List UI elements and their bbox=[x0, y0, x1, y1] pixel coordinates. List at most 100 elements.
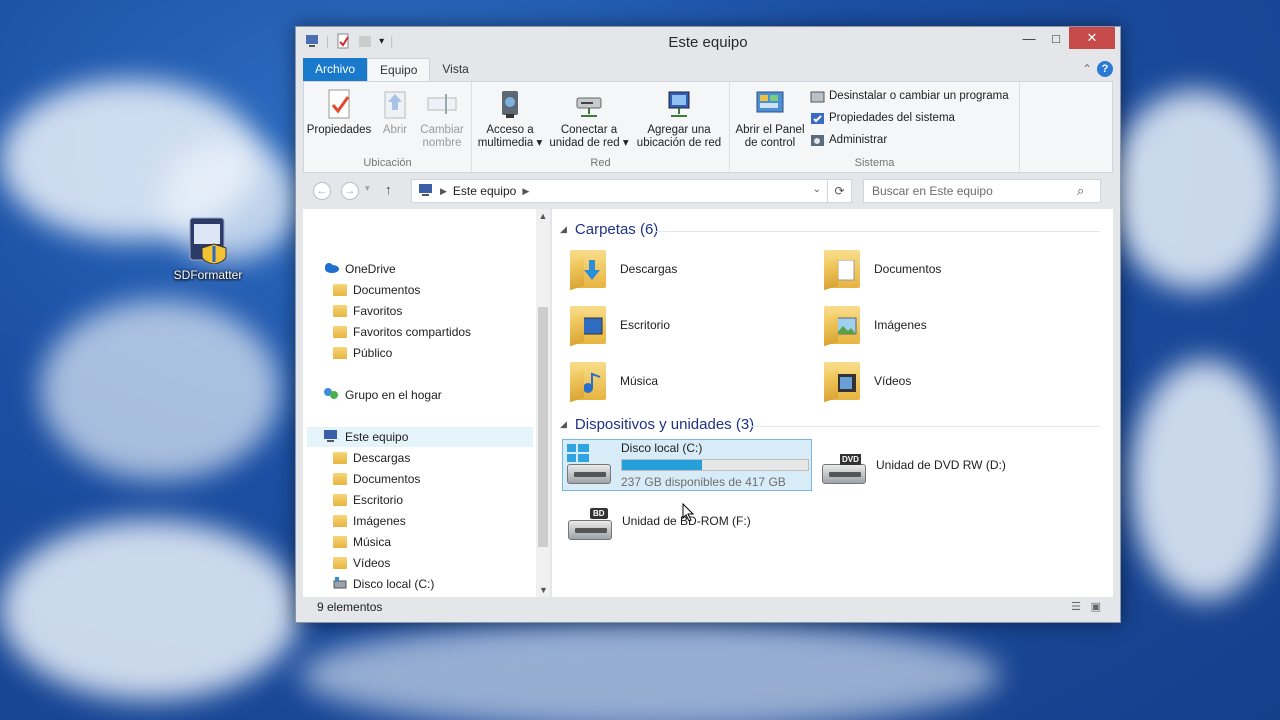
folder-musica[interactable]: Música bbox=[566, 353, 658, 409]
documents-folder-icon bbox=[820, 246, 866, 292]
maximize-button[interactable]: □ bbox=[1039, 27, 1073, 49]
item-count: 9 elementos bbox=[317, 600, 383, 614]
devices-group-header[interactable]: ◢ Dispositivos y unidades (3) bbox=[560, 416, 754, 433]
nav-item[interactable]: Escritorio bbox=[333, 490, 403, 510]
address-bar[interactable]: ▶ Este equipo ▶ ⌄ bbox=[411, 179, 828, 203]
drive-c-usage-bar bbox=[621, 459, 809, 471]
status-bar: 9 elementos ☰ ▣ bbox=[303, 597, 1113, 617]
chevron-down-icon[interactable]: ⌄ bbox=[813, 184, 821, 195]
group-red: Acceso a multimedia ▾ Conectar a unidad … bbox=[472, 82, 730, 172]
folder-icon bbox=[333, 515, 347, 527]
folder-imagenes[interactable]: Imágenes bbox=[820, 297, 927, 353]
music-folder-icon bbox=[566, 358, 612, 404]
address-row: ← → ▾ ↑ ▶ Este equipo ▶ ⌄ ⟳ Buscar en Es… bbox=[303, 179, 1113, 203]
drive-icon bbox=[333, 576, 347, 592]
chevron-right-icon: ▶ bbox=[522, 185, 530, 196]
pictures-folder-icon bbox=[820, 302, 866, 348]
group-sistema: Abrir el Panel de control Desinstalar o … bbox=[730, 82, 1020, 172]
tab-equipo[interactable]: Equipo bbox=[367, 58, 431, 82]
folder-escritorio[interactable]: Escritorio bbox=[566, 297, 670, 353]
folder-icon bbox=[333, 284, 347, 296]
tab-archivo[interactable]: Archivo bbox=[303, 58, 368, 81]
navigation-pane: OneDrive Documentos Favoritos Favoritos … bbox=[303, 209, 550, 597]
cambiar-nombre-button[interactable]: Cambiar nombre bbox=[416, 88, 468, 150]
nav-item[interactable]: Imágenes bbox=[333, 511, 406, 531]
uninstall-icon bbox=[810, 89, 825, 104]
nav-scrollbar[interactable]: ▲ ▼ bbox=[536, 209, 550, 597]
abrir-button[interactable]: Abrir bbox=[378, 88, 412, 137]
nav-item[interactable]: Disco local (C:) bbox=[333, 574, 434, 594]
nav-item[interactable]: Favoritos compartidos bbox=[333, 322, 471, 342]
collapse-ribbon-icon[interactable]: ⌃ bbox=[1077, 58, 1097, 81]
sdformatter-desktop-icon[interactable]: SDFormatter bbox=[172, 216, 244, 282]
manage-icon bbox=[810, 133, 825, 148]
nav-item[interactable]: Descargas bbox=[333, 448, 410, 468]
panel-control-button[interactable]: Abrir el Panel de control bbox=[734, 88, 806, 150]
conectar-unidad-red-button[interactable]: Conectar a unidad de red ▾ bbox=[548, 88, 630, 150]
folder-videos[interactable]: Vídeos bbox=[820, 353, 911, 409]
search-icon[interactable]: ⌕ bbox=[1077, 183, 1084, 199]
search-input[interactable]: Buscar en Este equipo bbox=[863, 179, 1101, 203]
nav-item[interactable]: Vídeos bbox=[333, 553, 390, 573]
folder-descargas[interactable]: Descargas bbox=[566, 241, 677, 297]
drive-c[interactable]: Disco local (C:) 237 GB disponibles de 4… bbox=[562, 439, 812, 491]
system-properties-icon bbox=[810, 111, 825, 126]
desktop-folder-icon bbox=[566, 302, 612, 348]
properties-icon bbox=[323, 88, 355, 120]
close-button[interactable]: ✕ bbox=[1069, 27, 1115, 49]
windows-drive-icon bbox=[565, 442, 613, 488]
nav-este-equipo[interactable]: Este equipo bbox=[307, 427, 533, 447]
folder-icon bbox=[333, 536, 347, 548]
recent-locations-icon[interactable]: ▾ bbox=[365, 183, 370, 194]
mouse-cursor-icon bbox=[682, 502, 695, 522]
nav-item[interactable]: Documentos bbox=[333, 280, 420, 300]
drive-dvd[interactable]: DVD Unidad de DVD RW (D:) bbox=[820, 437, 1006, 493]
up-button[interactable]: ↑ bbox=[385, 182, 392, 197]
sdformatter-label: SDFormatter bbox=[173, 268, 243, 282]
group-ubicacion: Propiedades Abrir Cambiar nombre Ubicaci… bbox=[304, 82, 472, 172]
network-drive-icon bbox=[573, 88, 605, 120]
propiedades-button[interactable]: Propiedades bbox=[306, 88, 372, 137]
sdformatter-icon bbox=[184, 216, 232, 265]
refresh-button[interactable]: ⟳ bbox=[828, 179, 852, 203]
tab-vista[interactable]: Vista bbox=[430, 58, 480, 81]
administrar-button[interactable]: Administrar bbox=[810, 131, 887, 149]
scroll-thumb[interactable] bbox=[538, 307, 548, 547]
media-icon bbox=[494, 88, 526, 120]
scroll-down-icon[interactable]: ▼ bbox=[539, 585, 548, 595]
collapse-icon: ◢ bbox=[560, 419, 567, 429]
nav-item[interactable]: Música bbox=[333, 532, 391, 552]
desinstalar-programa-button[interactable]: Desinstalar o cambiar un programa bbox=[810, 87, 1009, 105]
nav-onedrive[interactable]: OneDrive bbox=[323, 259, 396, 279]
back-button[interactable]: ← bbox=[313, 182, 331, 200]
nav-item[interactable]: Documentos bbox=[333, 469, 420, 489]
explorer-window: | ▾ | Este equipo — □ ✕ Archivo Equipo V… bbox=[295, 26, 1121, 623]
window-title: Este equipo bbox=[668, 34, 748, 51]
propiedades-sistema-button[interactable]: Propiedades del sistema bbox=[810, 109, 955, 127]
address-path: Este equipo bbox=[452, 184, 517, 198]
agregar-ubicacion-red-button[interactable]: Agregar una ubicación de red bbox=[634, 88, 724, 150]
folders-group-header[interactable]: ◢ Carpetas (6) bbox=[560, 221, 658, 238]
scroll-up-icon[interactable]: ▲ bbox=[536, 211, 550, 221]
large-icons-view-icon[interactable]: ▣ bbox=[1091, 600, 1101, 613]
ribbon: Propiedades Abrir Cambiar nombre Ubicaci… bbox=[303, 81, 1113, 173]
folder-documentos[interactable]: Documentos bbox=[820, 241, 941, 297]
acceso-multimedia-button[interactable]: Acceso a multimedia ▾ bbox=[476, 88, 544, 150]
computer-icon bbox=[418, 183, 434, 200]
open-icon bbox=[379, 88, 411, 120]
drive-bd[interactable]: BD Unidad de BD-ROM (F:) bbox=[566, 493, 751, 549]
drive-c-free: 237 GB disponibles de 417 GB bbox=[621, 475, 786, 489]
forward-button[interactable]: → bbox=[341, 182, 359, 200]
nav-homegroup[interactable]: Grupo en el hogar bbox=[323, 385, 442, 405]
group-label: Ubicación bbox=[363, 157, 412, 169]
nav-item[interactable]: Público bbox=[333, 343, 392, 363]
nav-item[interactable]: Favoritos bbox=[333, 301, 402, 321]
help-icon[interactable]: ? bbox=[1097, 61, 1113, 77]
title-bar[interactable]: | ▾ | Este equipo — □ ✕ bbox=[296, 27, 1120, 57]
folder-icon bbox=[333, 326, 347, 338]
downloads-folder-icon bbox=[566, 246, 612, 292]
ribbon-tabs: Archivo Equipo Vista ⌃ ? bbox=[303, 58, 1113, 82]
bd-drive-icon: BD bbox=[566, 498, 614, 544]
folder-icon bbox=[333, 347, 347, 359]
details-view-icon[interactable]: ☰ bbox=[1071, 600, 1081, 613]
